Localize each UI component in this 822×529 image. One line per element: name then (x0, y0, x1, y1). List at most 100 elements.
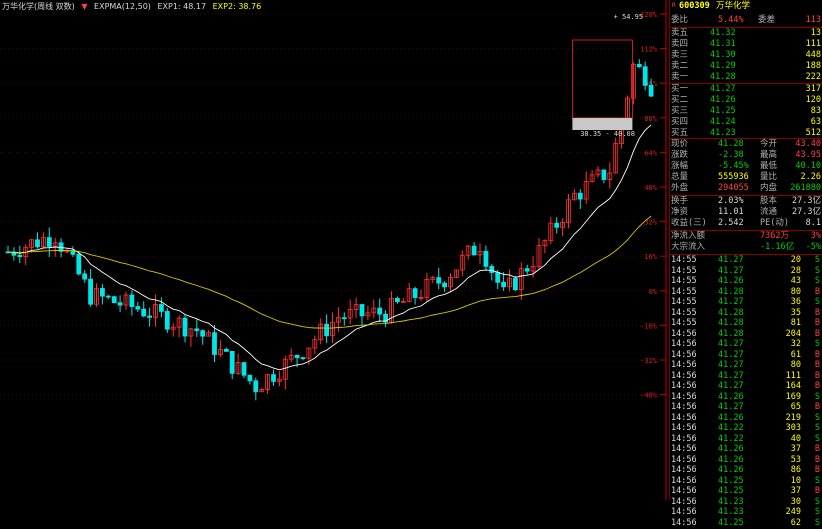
axis-label: -16% (640, 322, 658, 330)
tick-price: 41.27 (718, 381, 744, 391)
level-price: 41.26 (710, 95, 736, 105)
candle-body (100, 288, 105, 297)
indicator-arrow-icon[interactable]: ▼ (81, 2, 87, 11)
tick-direction: B (814, 465, 820, 475)
quote-value: 294055 (718, 183, 749, 193)
quote-label: 最低 (760, 161, 778, 171)
tick-row: 14:56 41.28 204 B (670, 329, 822, 340)
tick-volume: 249 (785, 507, 801, 517)
tick-volume: 169 (785, 391, 801, 402)
tick-price: 41.26 (718, 276, 744, 286)
sell-level: 卖一 41.28 222 (670, 72, 822, 83)
tick-price: 41.27 (718, 297, 744, 307)
tick-price: 41.25 (718, 475, 744, 486)
flow-label: 净流入额 (671, 231, 706, 241)
quote-row: 涨幅 -5.45% 最低 40.10 (670, 161, 822, 172)
tick-price: 41.28 (718, 318, 744, 328)
candle-body (412, 288, 418, 298)
candle-body (501, 281, 507, 288)
level-label: 卖一 (671, 72, 689, 82)
kline-chart[interactable]: 128%112%96%80%64%48%32%16%0%-16%-32%-48%… (0, 0, 668, 500)
level-price: 41.27 (710, 84, 736, 94)
fund-label: 收益(三) (671, 218, 707, 228)
tick-time: 14:56 (671, 412, 697, 423)
fund-value: 8.1 (805, 218, 821, 228)
tick-price: 41.27 (718, 360, 744, 370)
fund-value: 27.3亿 (792, 207, 821, 217)
level-volume: 111 (805, 39, 821, 49)
candle-body (17, 254, 23, 258)
tick-direction: B (814, 370, 820, 381)
level-volume: 63 (810, 117, 821, 127)
exp1-value: EXP1: 48.17 (157, 2, 207, 11)
candle-body (129, 294, 135, 307)
weicha-value: 113 (805, 15, 821, 25)
tick-time: 14:56 (671, 391, 697, 402)
candle-body (35, 239, 40, 248)
tick-time: 14:56 (671, 349, 697, 360)
quote-value: 555936 (718, 172, 749, 182)
tick-price: 41.27 (718, 370, 744, 381)
tick-volume: 62 (790, 517, 801, 528)
quote-label: 外盘 (671, 183, 689, 193)
level-price: 41.24 (710, 117, 736, 127)
tick-volume: 81 (790, 318, 801, 328)
candle-body (442, 282, 448, 288)
quote-label: 最高 (760, 150, 778, 160)
tick-volume: 53 (790, 454, 801, 465)
candle-body (636, 63, 642, 68)
tick-row: 14:56 41.22 40 S (670, 434, 822, 445)
candle-body (111, 296, 117, 304)
tick-time: 14:56 (671, 475, 697, 486)
tick-volume: 28 (790, 265, 801, 276)
tick-volume: 61 (790, 349, 801, 360)
fundamental-row: 净资 11.01 流通 27.3亿 (670, 207, 822, 218)
candle-body (359, 304, 365, 317)
candle-body (229, 351, 235, 374)
tick-row: 14:56 41.27 65 B (670, 402, 822, 413)
axis-label: 48% (644, 184, 657, 192)
tick-direction: S (814, 433, 820, 444)
tick-time: 14:55 (671, 307, 697, 318)
tick-direction: S (814, 412, 820, 423)
fund-value: 27.3亿 (792, 196, 821, 206)
tick-time: 14:56 (671, 339, 697, 349)
candle-body (253, 380, 259, 393)
tick-direction: B (814, 349, 820, 360)
selection-box (572, 39, 633, 119)
fund-label: PE(动) (760, 218, 789, 228)
candle-body (105, 295, 111, 298)
sell-level: 卖四 41.31 111 (670, 39, 822, 50)
tick-price: 41.23 (718, 507, 744, 517)
stock-code: 600309 (679, 1, 710, 11)
tick-time: 14:56 (671, 444, 697, 454)
level-volume: 222 (805, 72, 821, 82)
candle-body (324, 323, 330, 337)
tick-volume: 43 (790, 276, 801, 286)
tick-volume: 36 (790, 297, 801, 307)
buy-level: 买一 41.27 317 (670, 84, 822, 95)
level-volume: 83 (810, 106, 821, 116)
level-volume: 317 (805, 84, 821, 94)
tick-row: 14:55 41.27 20 S (670, 255, 822, 266)
tick-row: 14:56 41.27 164 B (670, 381, 822, 392)
tick-direction: B (814, 444, 820, 454)
tick-price: 41.28 (718, 307, 744, 318)
candle-body (648, 84, 654, 97)
candle-body (300, 357, 306, 360)
kline-svg[interactable]: 128%112%96%80%64%48%32%16%0%-16%-32%-48%… (0, 0, 668, 500)
tick-direction: S (814, 423, 820, 433)
candle-body (117, 302, 123, 306)
fundamental-row: 换手 2.03% 股本 27.3亿 (670, 196, 822, 207)
fund-value: 2.03% (718, 196, 744, 206)
candle-body (394, 297, 400, 303)
tick-direction: S (814, 496, 820, 507)
candle-body (135, 306, 141, 310)
tick-direction: S (814, 507, 820, 517)
tick-time: 14:56 (671, 454, 697, 465)
tick-row: 14:55 41.26 43 S (670, 276, 822, 287)
tick-time: 14:56 (671, 402, 697, 412)
tick-volume: 303 (785, 423, 801, 433)
indicator-name[interactable]: EXPMA(12,50) (94, 2, 151, 11)
tick-direction: S (814, 255, 820, 265)
